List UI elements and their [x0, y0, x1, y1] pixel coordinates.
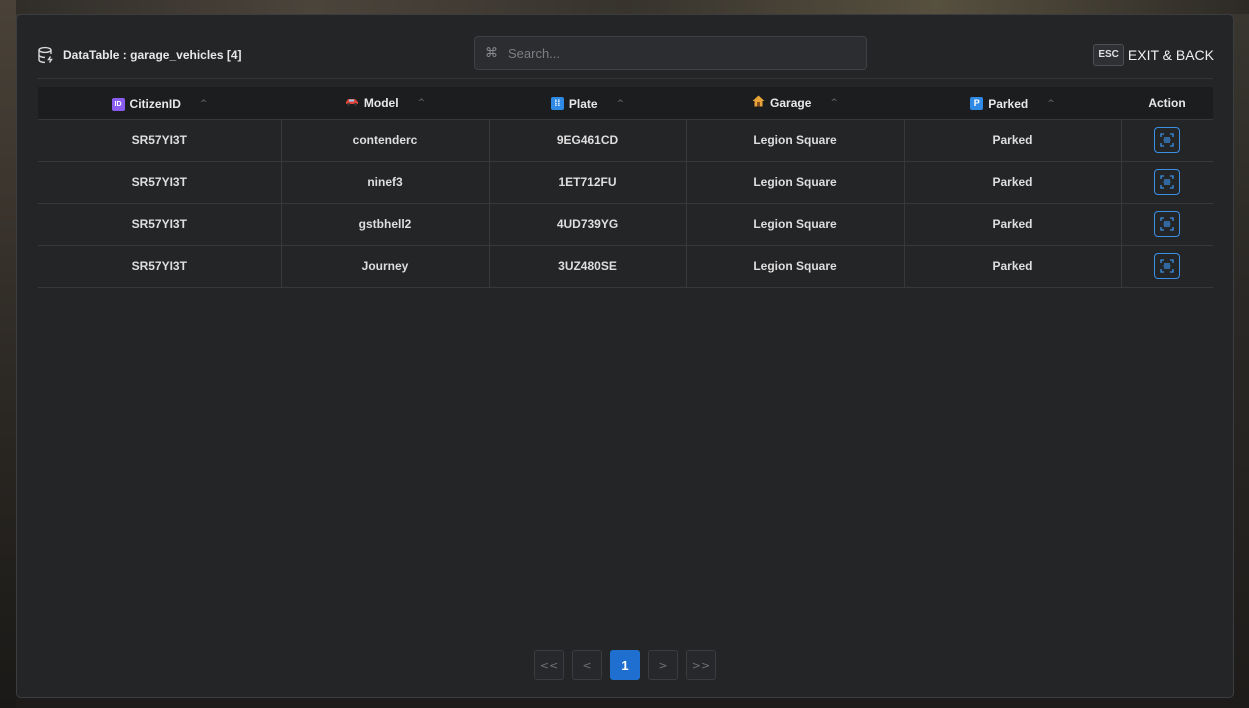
exit-label: EXIT & BACK [1127, 47, 1214, 63]
prev-page-button[interactable]: < [572, 650, 602, 680]
cell-garage: Legion Square [686, 245, 905, 287]
scan-action-button[interactable] [1154, 127, 1181, 153]
sort-up-icon[interactable]: ^ [418, 98, 426, 108]
next-page-button[interactable]: > [648, 650, 678, 680]
cell-parked: Parked [904, 161, 1122, 203]
column-label: Parked [988, 96, 1029, 111]
command-icon: ⌘ [485, 45, 498, 61]
game-background-left [0, 0, 16, 708]
cell-plate: 3UZ480SE [489, 245, 687, 287]
cell-citizenid: SR57YI3T [38, 203, 282, 245]
datatable-panel: DataTable : garage_vehicles [4] ⌘ ESC EX… [16, 14, 1234, 698]
column-header-action: Action [1121, 87, 1213, 119]
last-page-button[interactable]: >> [686, 650, 716, 680]
cell-citizenid: SR57YI3T [38, 161, 282, 203]
id-badge-icon: ID [111, 97, 125, 111]
sort-up-icon[interactable]: ^ [617, 99, 625, 109]
cell-parked: Parked [904, 119, 1122, 161]
cell-model: gstbhell2 [281, 203, 490, 245]
exit-back-button[interactable]: ESC EXIT & BACK [1093, 44, 1214, 66]
column-label: Plate [568, 96, 598, 111]
plate-icon: ⁞⁞ [550, 97, 564, 110]
column-label: Action [1148, 95, 1186, 110]
sort-up-icon[interactable]: ^ [1047, 99, 1055, 109]
cell-model: contenderc [281, 119, 490, 161]
game-background-top [0, 0, 1249, 14]
cell-action [1121, 203, 1213, 245]
panel-header: DataTable : garage_vehicles [4] ⌘ ESC EX… [37, 35, 1214, 75]
column-label: Garage [770, 95, 812, 110]
table-header-row: ID CitizenID ^ Model ^ ⁞⁞ Plate ^ Garage… [38, 87, 1213, 119]
cell-garage: Legion Square [686, 203, 905, 245]
parking-icon: P [970, 97, 984, 110]
cell-plate: 4UD739YG [489, 203, 687, 245]
table-row: SR57YI3T ninef3 1ET712FU Legion Square P… [38, 161, 1213, 203]
table-row: SR57YI3T Journey 3UZ480SE Legion Square … [38, 245, 1213, 287]
esc-key-badge: ESC [1093, 44, 1124, 66]
column-header-parked[interactable]: P Parked ^ [904, 87, 1121, 119]
cell-parked: Parked [904, 203, 1122, 245]
cell-garage: Legion Square [686, 119, 905, 161]
sort-up-icon[interactable]: ^ [830, 98, 838, 108]
cell-parked: Parked [904, 245, 1122, 287]
cell-action [1121, 161, 1213, 203]
house-icon [752, 95, 765, 110]
table-title: DataTable : garage_vehicles [4] [63, 48, 242, 62]
scan-icon [1160, 217, 1174, 231]
cell-model: Journey [281, 245, 490, 287]
car-icon [345, 96, 359, 110]
title-group: DataTable : garage_vehicles [4] [37, 46, 337, 64]
cell-citizenid: SR57YI3T [38, 119, 282, 161]
cell-plate: 1ET712FU [489, 161, 687, 203]
scan-action-button[interactable] [1154, 169, 1181, 195]
database-icon [37, 46, 55, 64]
column-header-plate[interactable]: ⁞⁞ Plate ^ [489, 87, 686, 119]
scan-action-button[interactable] [1154, 253, 1181, 279]
pagination: << < 1 > >> [534, 650, 716, 680]
cell-citizenid: SR57YI3T [38, 245, 282, 287]
header-divider [37, 78, 1213, 79]
column-label: CitizenID [129, 97, 181, 111]
cell-model: ninef3 [281, 161, 490, 203]
cell-action [1121, 119, 1213, 161]
table-row: SR57YI3T contenderc 9EG461CD Legion Squa… [38, 119, 1213, 161]
cell-plate: 9EG461CD [489, 119, 687, 161]
search-box[interactable]: ⌘ [474, 36, 867, 70]
current-page-button[interactable]: 1 [610, 650, 640, 680]
scan-icon [1160, 133, 1174, 147]
scan-action-button[interactable] [1154, 211, 1181, 237]
cell-action [1121, 245, 1213, 287]
column-header-model[interactable]: Model ^ [281, 87, 489, 119]
scan-icon [1160, 259, 1174, 273]
column-header-citizenid[interactable]: ID CitizenID ^ [38, 87, 281, 119]
search-input[interactable] [506, 44, 840, 62]
scan-icon [1160, 175, 1174, 189]
column-label: Model [363, 95, 399, 110]
vehicles-table: ID CitizenID ^ Model ^ ⁞⁞ Plate ^ Garage… [38, 87, 1213, 288]
sort-up-icon[interactable]: ^ [200, 99, 208, 109]
first-page-button[interactable]: << [534, 650, 564, 680]
cell-garage: Legion Square [686, 161, 905, 203]
table-row: SR57YI3T gstbhell2 4UD739YG Legion Squar… [38, 203, 1213, 245]
column-header-garage[interactable]: Garage ^ [686, 87, 904, 119]
